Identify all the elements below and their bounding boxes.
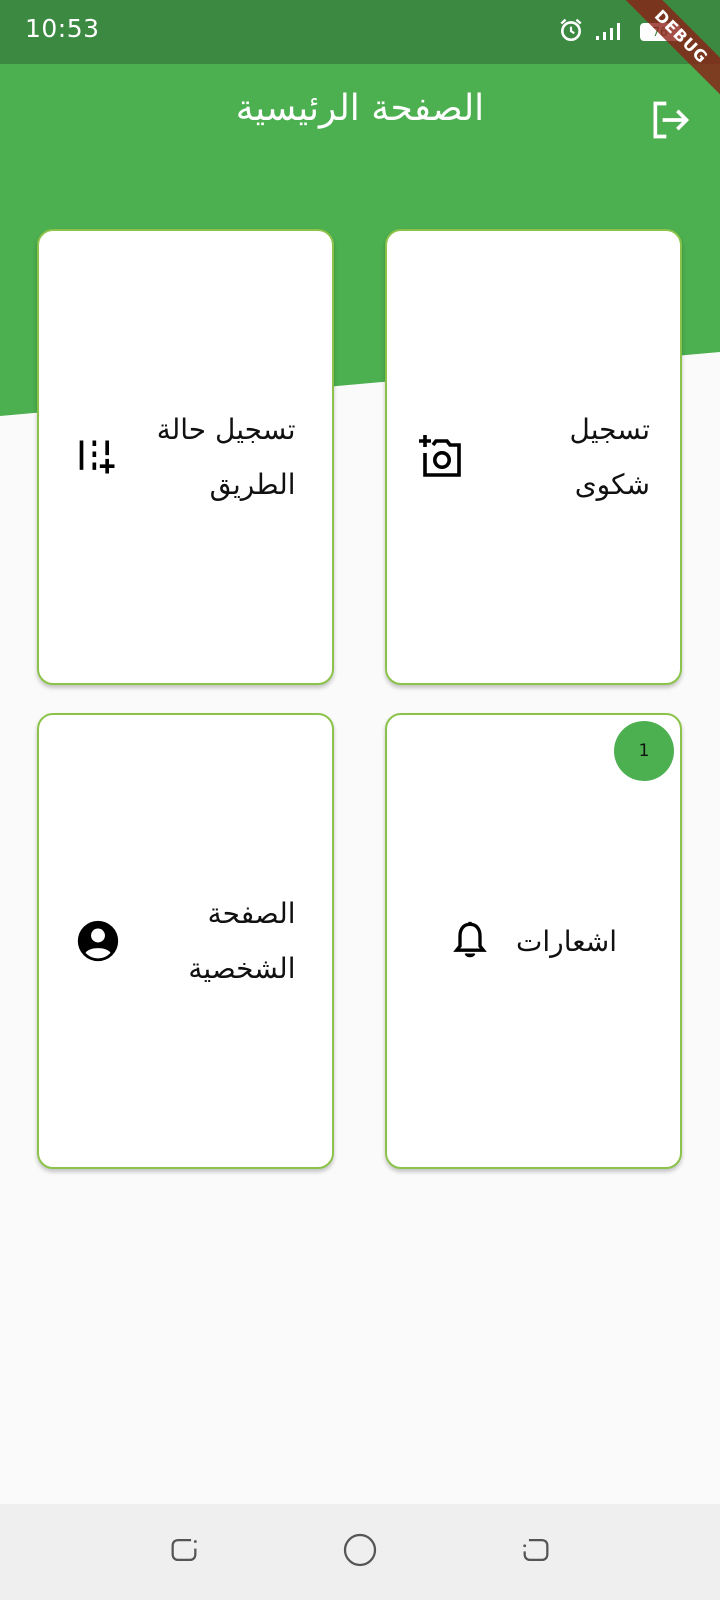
notifications-card[interactable]: 1 اشعارات bbox=[385, 713, 682, 1169]
status-time: 10:53 bbox=[25, 14, 100, 43]
account-circle-icon bbox=[76, 919, 120, 963]
home-button[interactable] bbox=[340, 1532, 380, 1572]
back-button[interactable] bbox=[516, 1532, 556, 1572]
status-bar: 10:53 76 bbox=[0, 0, 720, 64]
notifications-label: اشعارات bbox=[516, 924, 617, 958]
system-nav-bar bbox=[0, 1504, 720, 1600]
profile-card[interactable]: الصفحة الشخصية bbox=[37, 713, 334, 1169]
register-complaint-card[interactable]: تسجيل شكوى bbox=[385, 229, 682, 685]
bell-icon bbox=[450, 919, 490, 963]
add-photo-icon bbox=[417, 433, 465, 481]
home-icon bbox=[342, 1532, 378, 1572]
logout-icon bbox=[648, 98, 692, 146]
logout-button[interactable] bbox=[644, 96, 696, 148]
signal-icon bbox=[594, 18, 630, 46]
back-icon bbox=[519, 1533, 553, 1571]
recent-apps-icon bbox=[167, 1533, 201, 1571]
page-title: الصفحة الرئيسية bbox=[235, 88, 485, 129]
recent-apps-button[interactable] bbox=[164, 1532, 204, 1572]
alarm-icon bbox=[558, 17, 584, 47]
register-complaint-label: تسجيل شكوى bbox=[569, 413, 651, 501]
register-road-status-label: تسجيل حالة الطريق bbox=[156, 413, 296, 501]
add-road-icon bbox=[76, 435, 120, 479]
register-road-status-card[interactable]: تسجيل حالة الطريق bbox=[37, 229, 334, 685]
profile-label: الصفحة الشخصية bbox=[188, 897, 296, 985]
